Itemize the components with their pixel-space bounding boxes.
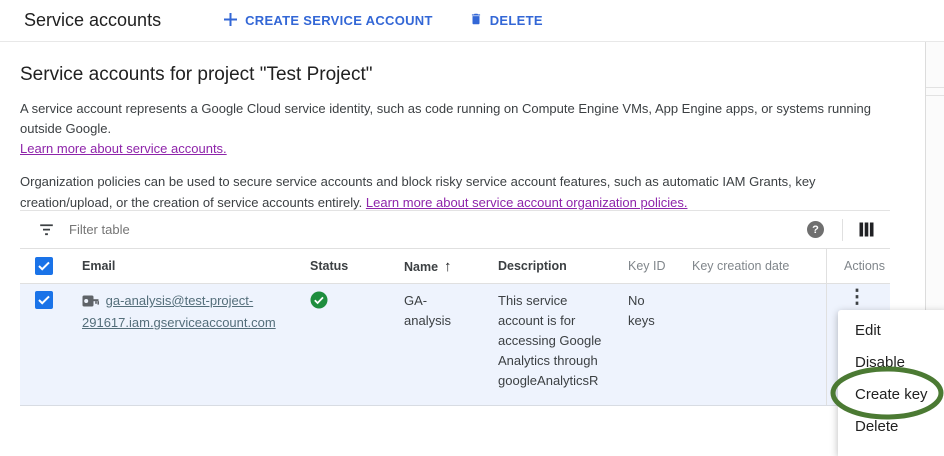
row-actions-menu: Edit Disable Create key Delete xyxy=(838,310,944,456)
intro-text: A service account represents a Google Cl… xyxy=(20,101,871,136)
delete-label: DELETE xyxy=(490,13,543,28)
service-account-description: This service account is for accessing Go… xyxy=(498,291,612,391)
column-header-key-creation-date[interactable]: Key creation date xyxy=(692,259,826,273)
description-cell: This service account is for accessing Go… xyxy=(498,284,628,405)
create-service-account-label: CREATE SERVICE ACCOUNT xyxy=(245,13,433,28)
column-header-email[interactable]: Email xyxy=(82,259,310,273)
column-header-status[interactable]: Status xyxy=(310,259,404,273)
trash-icon xyxy=(469,11,483,30)
table-row[interactable]: ga-analysis@test-project-291617.iam.gser… xyxy=(20,284,890,406)
panel-divider xyxy=(926,87,944,88)
table-header-row: Email Status Name ↑ Description Key ID Ke… xyxy=(20,249,890,284)
key-id-cell: No keys xyxy=(628,284,692,405)
help-icon[interactable]: ? xyxy=(807,221,824,238)
org-policy-paragraph: Organization policies can be used to sec… xyxy=(20,172,906,212)
filter-icon xyxy=(38,223,55,237)
learn-more-org-policies-link[interactable]: Learn more about service account organiz… xyxy=(366,195,688,210)
page-title: Service accounts xyxy=(24,10,161,31)
toolbar-divider xyxy=(842,219,843,241)
learn-more-service-accounts-link[interactable]: Learn more about service accounts. xyxy=(20,141,227,156)
filter-table-input[interactable] xyxy=(69,222,807,237)
delete-button[interactable]: DELETE xyxy=(469,11,543,30)
key-creation-date-cell xyxy=(692,284,826,405)
column-header-key-id[interactable]: Key ID xyxy=(628,259,692,273)
select-all-cell xyxy=(20,257,82,275)
service-account-key-icon xyxy=(82,295,103,310)
column-header-name[interactable]: Name ↑ xyxy=(404,258,498,275)
status-active-icon xyxy=(310,297,328,312)
main-content: Service accounts for project "Test Proje… xyxy=(0,42,925,213)
intro-paragraph: A service account represents a Google Cl… xyxy=(20,99,906,159)
table-filter-bar: ? xyxy=(20,211,890,249)
panel-divider xyxy=(926,95,944,96)
app-bar: Service accounts CREATE SERVICE ACCOUNT … xyxy=(0,0,944,42)
key-id-value: No keys xyxy=(628,291,670,331)
more-actions-icon[interactable]: ⋮ xyxy=(847,288,867,308)
column-header-description[interactable]: Description xyxy=(498,259,628,273)
select-all-checkbox[interactable] xyxy=(35,257,53,275)
service-account-email-link[interactable]: ga-analysis@test-project-291617.iam.gser… xyxy=(82,293,276,330)
status-cell xyxy=(310,284,404,405)
email-cell: ga-analysis@test-project-291617.iam.gser… xyxy=(82,284,310,405)
service-accounts-table: ? Email Status Name ↑ Description Key ID … xyxy=(20,210,890,406)
row-select-cell xyxy=(20,284,82,405)
row-checkbox[interactable] xyxy=(35,291,53,309)
menu-item-edit[interactable]: Edit xyxy=(838,314,944,346)
create-service-account-button[interactable]: CREATE SERVICE ACCOUNT xyxy=(223,12,433,30)
column-display-options-icon[interactable] xyxy=(859,222,874,237)
menu-item-delete[interactable]: Delete xyxy=(838,410,944,442)
menu-item-disable[interactable]: Disable xyxy=(838,346,944,378)
menu-item-create-key[interactable]: Create key xyxy=(838,378,944,410)
column-header-actions: Actions xyxy=(826,249,890,283)
sort-ascending-icon: ↑ xyxy=(444,258,452,275)
section-heading: Service accounts for project "Test Proje… xyxy=(20,64,925,86)
name-header-label: Name xyxy=(404,260,438,274)
name-cell: GA-analysis xyxy=(404,284,498,405)
plus-icon xyxy=(223,12,238,30)
service-account-name: GA-analysis xyxy=(404,291,466,331)
